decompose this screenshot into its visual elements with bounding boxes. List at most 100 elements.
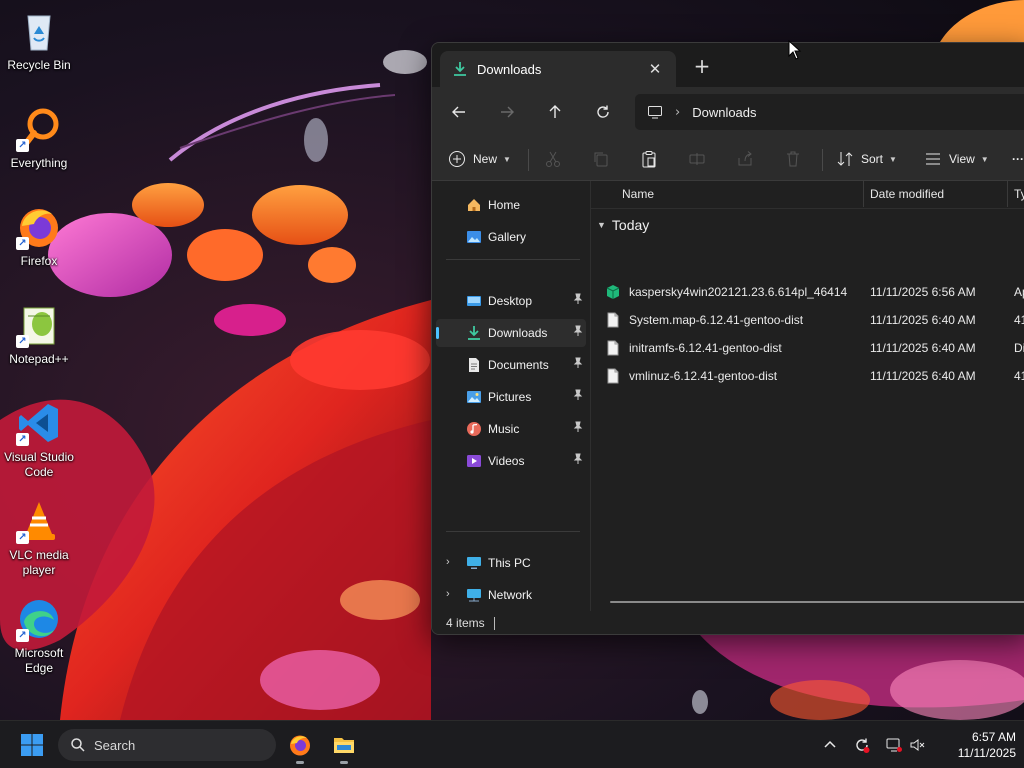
pin-icon[interactable] (572, 389, 584, 401)
desktop-icon-everything[interactable]: ↗ Everything (4, 106, 74, 171)
address-bar[interactable]: › Downloads (635, 94, 1024, 130)
recycle-bin-icon (16, 8, 62, 54)
file-row[interactable]: System.map-6.12.41-gentoo-dist 11/11/202… (605, 308, 1024, 332)
column-divider[interactable] (1007, 181, 1008, 207)
share-button[interactable] (736, 143, 754, 175)
new-button[interactable]: New ▼ (448, 143, 511, 175)
file-date-modified: 11/11/2025 6:40 AM (870, 341, 976, 355)
pin-icon[interactable] (572, 293, 584, 305)
windows-logo-icon (21, 734, 43, 756)
nav-item-this-pc[interactable]: › This PC (436, 549, 586, 577)
pin-icon[interactable] (572, 453, 584, 465)
nav-item-desktop[interactable]: Desktop (436, 287, 586, 315)
taskbar-firefox[interactable] (282, 727, 318, 764)
view-list-icon (926, 153, 940, 165)
file-name: System.map-6.12.41-gentoo-dist (629, 313, 804, 327)
desktop-icon-label: Recycle Bin (7, 58, 71, 72)
rename-button[interactable] (688, 143, 706, 175)
desktop-icon-recycle-bin[interactable]: Recycle Bin (4, 8, 74, 73)
speaker-muted-icon (910, 739, 925, 751)
desktop-icon-vscode[interactable]: ↗ Visual Studio Code (4, 400, 74, 480)
taskbar: Search 6:57 AM 11/11/2025 (0, 720, 1024, 768)
pin-icon[interactable] (572, 357, 584, 369)
nav-item-downloads[interactable]: Downloads (436, 319, 586, 347)
command-bar: New ▼ Sort ▼ View ▼ ··· (432, 137, 1024, 181)
nav-item-pictures[interactable]: Pictures (436, 383, 586, 411)
file-row[interactable]: initramfs-6.12.41-gentoo-dist 11/11/2025… (605, 336, 1024, 360)
chevron-right-icon[interactable]: › (446, 556, 450, 568)
file-row[interactable]: kaspersky4win202121.23.6.614pl_46414 11/… (605, 280, 1024, 304)
file-name: initramfs-6.12.41-gentoo-dist (629, 341, 782, 355)
refresh-button[interactable] (588, 97, 618, 127)
group-header-today[interactable]: ▼ Today (597, 217, 649, 233)
chevron-down-icon: ▼ (889, 154, 897, 164)
desktop-icon-edge[interactable]: ↗ Microsoft Edge (4, 596, 74, 676)
music-icon (466, 421, 482, 437)
nav-item-label: Pictures (488, 390, 532, 404)
vscode-icon: ↗ (16, 400, 62, 446)
nav-item-documents[interactable]: Documents (436, 351, 586, 379)
column-divider[interactable] (863, 181, 864, 207)
nav-item-network[interactable]: › Network (436, 581, 586, 609)
desktop-icon-notepad-plus-plus[interactable]: ↗ Notepad++ (4, 302, 74, 367)
back-button[interactable] (444, 97, 474, 127)
tray-sync-status[interactable] (852, 735, 872, 755)
breadcrumb-downloads[interactable]: Downloads (692, 105, 756, 120)
file-row[interactable]: vmlinuz-6.12.41-gentoo-dist 11/11/2025 6… (605, 364, 1024, 388)
new-tab-button[interactable]: + (692, 56, 712, 77)
file-icon (605, 340, 621, 356)
taskbar-clock[interactable]: 6:57 AM 11/11/2025 (936, 729, 1016, 761)
desktop-icon-label: Firefox (20, 254, 58, 268)
forward-button[interactable] (492, 97, 522, 127)
shortcut-arrow-icon: ↗ (16, 531, 29, 544)
file-explorer-window[interactable]: Downloads ✕ + › Downloads New ▼ Sort ▼ V… (431, 42, 1024, 635)
network-monitor-icon (886, 738, 902, 752)
clock-date: 11/11/2025 (957, 746, 1016, 760)
shortcut-arrow-icon: ↗ (16, 139, 29, 152)
paste-button[interactable] (640, 143, 658, 175)
cut-button[interactable] (544, 143, 562, 175)
nav-item-gallery[interactable]: Gallery (436, 223, 586, 251)
chevron-right-icon: › (675, 104, 681, 120)
new-button-label: New (473, 152, 498, 166)
close-tab-icon[interactable]: ✕ (646, 60, 664, 78)
column-header-date-modified[interactable]: Date modified (870, 187, 944, 201)
file-name: kaspersky4win202121.23.6.614pl_46414 (629, 285, 848, 299)
pin-icon[interactable] (572, 421, 584, 433)
tab-downloads[interactable]: Downloads ✕ (440, 51, 676, 87)
desktop-icon-vlc[interactable]: ↗ VLC media player (4, 498, 74, 578)
tray-volume[interactable] (908, 735, 928, 755)
column-header-name[interactable]: Name (622, 187, 654, 201)
copy-button[interactable] (592, 143, 610, 175)
horizontal-scrollbar[interactable] (610, 601, 1024, 603)
file-type: Ap (1014, 285, 1024, 299)
show-hidden-icons-button[interactable] (820, 735, 840, 755)
taskbar-file-explorer[interactable] (326, 727, 362, 764)
firefox-icon (290, 735, 310, 756)
tray-network[interactable] (884, 735, 904, 755)
desktop-icon-firefox[interactable]: ↗ Firefox (4, 204, 74, 269)
nav-item-music[interactable]: Music (436, 415, 586, 443)
group-label: Today (611, 217, 650, 233)
toolbar-divider (528, 149, 529, 171)
chevron-right-icon[interactable]: › (446, 588, 450, 600)
nav-item-label: Videos (488, 454, 525, 468)
arrow-left-icon (452, 106, 465, 118)
nav-item-label: Documents (488, 358, 549, 372)
taskbar-search-box[interactable]: Search (58, 729, 276, 761)
this-pc-icon (466, 555, 482, 571)
more-options-button[interactable]: ··· (1012, 143, 1024, 175)
column-header-type[interactable]: Ty (1014, 187, 1024, 201)
sort-button-label: Sort (861, 152, 884, 166)
view-button[interactable]: View ▼ (924, 143, 989, 175)
file-icon (605, 312, 621, 328)
sort-button[interactable]: Sort ▼ (836, 143, 897, 175)
pin-icon[interactable] (572, 325, 584, 337)
delete-button[interactable] (784, 143, 802, 175)
clock-time: 6:57 AM (971, 730, 1016, 744)
videos-icon (466, 453, 482, 469)
up-button[interactable] (540, 97, 570, 127)
nav-item-home[interactable]: Home (436, 191, 586, 219)
start-button[interactable] (14, 727, 50, 763)
nav-item-videos[interactable]: Videos (436, 447, 586, 475)
